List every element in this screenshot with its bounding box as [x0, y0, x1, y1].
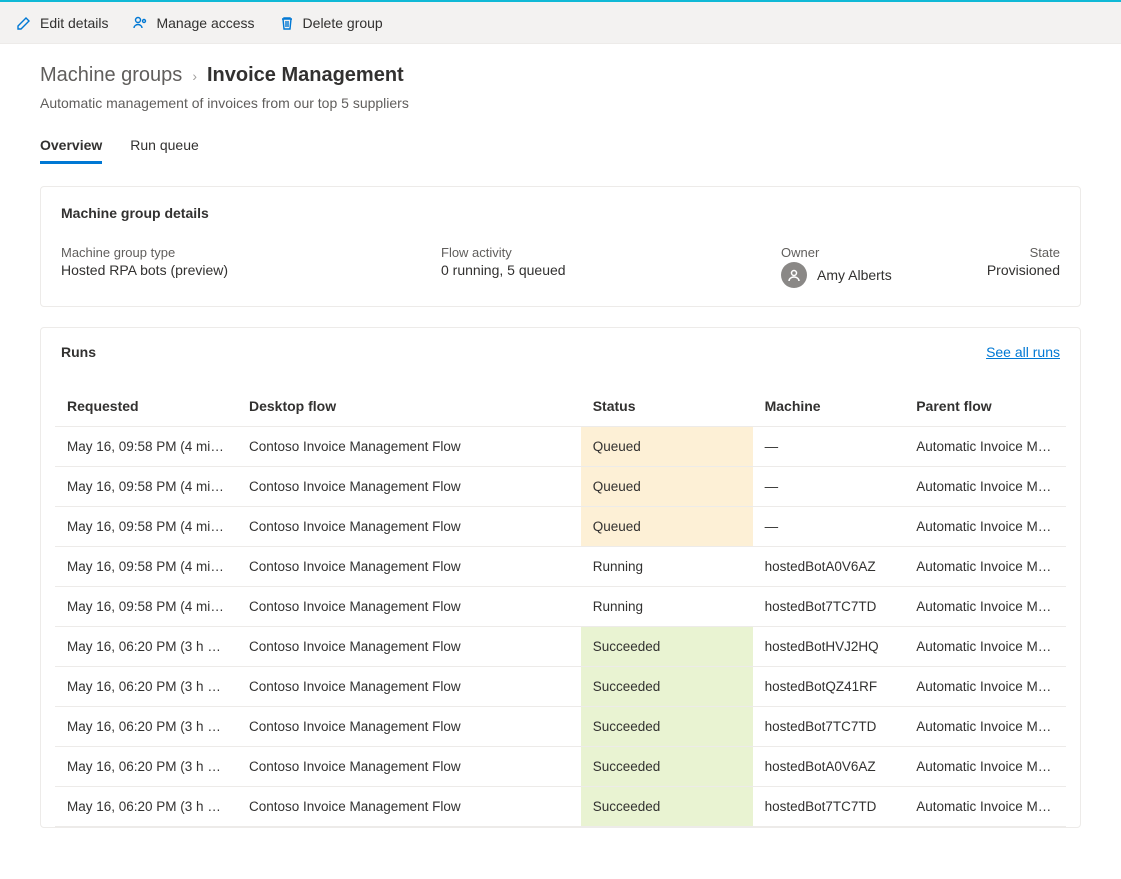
cell-machine: hostedBotA0V6AZ: [753, 747, 905, 787]
cell-parent: Automatic Invoice Manage...: [904, 667, 1066, 707]
details-title: Machine group details: [61, 205, 1060, 221]
avatar: [781, 262, 807, 288]
col-desktop-flow[interactable]: Desktop flow: [237, 388, 581, 427]
cell-status: Queued: [581, 427, 753, 467]
flow-activity-label: Flow activity: [441, 245, 741, 260]
cell-status: Succeeded: [581, 667, 753, 707]
manage-access-button[interactable]: Manage access: [132, 15, 254, 31]
people-icon: [132, 15, 148, 31]
col-requested[interactable]: Requested: [55, 388, 237, 427]
cell-parent: Automatic Invoice Manage...: [904, 427, 1066, 467]
cell-parent: Automatic Invoice Manage...: [904, 587, 1066, 627]
command-bar: Edit details Manage access Delete group: [0, 0, 1121, 44]
cell-flow: Contoso Invoice Management Flow: [237, 707, 581, 747]
table-row[interactable]: May 16, 06:20 PM (3 h ago)Contoso Invoic…: [55, 707, 1066, 747]
cell-requested: May 16, 09:58 PM (4 min ago): [55, 547, 237, 587]
manage-access-label: Manage access: [156, 15, 254, 31]
type-label: Machine group type: [61, 245, 401, 260]
cell-requested: May 16, 06:20 PM (3 h ago): [55, 627, 237, 667]
cell-machine: —: [753, 427, 905, 467]
runs-table: Requested Desktop flow Status Machine Pa…: [55, 388, 1066, 827]
cell-status: Succeeded: [581, 627, 753, 667]
col-status[interactable]: Status: [581, 388, 753, 427]
cell-requested: May 16, 09:58 PM (4 min ago): [55, 507, 237, 547]
breadcrumb-parent-link[interactable]: Machine groups: [40, 64, 182, 87]
cell-machine: —: [753, 507, 905, 547]
runs-card: Runs See all runs Requested Desktop flow…: [40, 327, 1081, 828]
cell-machine: hostedBot7TC7TD: [753, 707, 905, 747]
cell-status: Queued: [581, 507, 753, 547]
table-row[interactable]: May 16, 06:20 PM (3 h ago)Contoso Invoic…: [55, 747, 1066, 787]
cell-machine: hostedBot7TC7TD: [753, 787, 905, 827]
cell-flow: Contoso Invoice Management Flow: [237, 747, 581, 787]
cell-flow: Contoso Invoice Management Flow: [237, 467, 581, 507]
details-card: Machine group details Machine group type…: [40, 186, 1081, 307]
cell-parent: Automatic Invoice Manage...: [904, 507, 1066, 547]
delete-group-label: Delete group: [303, 15, 383, 31]
cell-flow: Contoso Invoice Management Flow: [237, 627, 581, 667]
runs-title: Runs: [61, 344, 96, 360]
table-row[interactable]: May 16, 06:20 PM (3 h ago)Contoso Invoic…: [55, 667, 1066, 707]
cell-flow: Contoso Invoice Management Flow: [237, 667, 581, 707]
cell-status: Running: [581, 587, 753, 627]
cell-parent: Automatic Invoice Manage...: [904, 467, 1066, 507]
cell-parent: Automatic Invoice Manage...: [904, 547, 1066, 587]
state-label: State: [940, 245, 1060, 260]
table-row[interactable]: May 16, 09:58 PM (4 min ago)Contoso Invo…: [55, 587, 1066, 627]
cell-flow: Contoso Invoice Management Flow: [237, 587, 581, 627]
cell-parent: Automatic Invoice Manage...: [904, 627, 1066, 667]
cell-parent: Automatic Invoice Manage...: [904, 707, 1066, 747]
cell-status: Succeeded: [581, 747, 753, 787]
cell-requested: May 16, 06:20 PM (3 h ago): [55, 667, 237, 707]
cell-requested: May 16, 06:20 PM (3 h ago): [55, 707, 237, 747]
cell-status: Succeeded: [581, 707, 753, 747]
cell-machine: hostedBotHVJ2HQ: [753, 627, 905, 667]
cell-parent: Automatic Invoice Manage...: [904, 787, 1066, 827]
col-machine[interactable]: Machine: [753, 388, 905, 427]
cell-machine: hostedBotA0V6AZ: [753, 547, 905, 587]
table-row[interactable]: May 16, 06:20 PM (3 h ago)Contoso Invoic…: [55, 787, 1066, 827]
owner-label: Owner: [781, 245, 900, 260]
cell-parent: Automatic Invoice Manage...: [904, 747, 1066, 787]
breadcrumb: Machine groups › Invoice Management: [40, 64, 1081, 87]
cell-requested: May 16, 09:58 PM (4 min ago): [55, 587, 237, 627]
pencil-icon: [16, 15, 32, 31]
owner-value: Amy Alberts: [817, 267, 892, 283]
page-subtitle: Automatic management of invoices from ou…: [40, 95, 1081, 111]
type-value: Hosted RPA bots (preview): [61, 262, 401, 278]
cell-machine: hostedBotQZ41RF: [753, 667, 905, 707]
table-row[interactable]: May 16, 06:20 PM (3 h ago)Contoso Invoic…: [55, 627, 1066, 667]
cell-machine: hostedBot7TC7TD: [753, 587, 905, 627]
cell-status: Running: [581, 547, 753, 587]
cell-requested: May 16, 06:20 PM (3 h ago): [55, 747, 237, 787]
cell-status: Succeeded: [581, 787, 753, 827]
tab-overview[interactable]: Overview: [40, 131, 102, 164]
tab-bar: Overview Run queue: [40, 131, 1081, 164]
cell-machine: —: [753, 467, 905, 507]
table-row[interactable]: May 16, 09:58 PM (4 min ago)Contoso Invo…: [55, 427, 1066, 467]
flow-activity-value: 0 running, 5 queued: [441, 262, 741, 278]
delete-group-button[interactable]: Delete group: [279, 15, 383, 31]
table-row[interactable]: May 16, 09:58 PM (4 min ago)Contoso Invo…: [55, 467, 1066, 507]
breadcrumb-current: Invoice Management: [207, 64, 404, 87]
edit-details-label: Edit details: [40, 15, 108, 31]
see-all-runs-link[interactable]: See all runs: [986, 344, 1060, 360]
cell-flow: Contoso Invoice Management Flow: [237, 427, 581, 467]
cell-flow: Contoso Invoice Management Flow: [237, 507, 581, 547]
chevron-right-icon: ›: [192, 68, 197, 84]
col-parent-flow[interactable]: Parent flow: [904, 388, 1066, 427]
edit-details-button[interactable]: Edit details: [16, 15, 108, 31]
table-row[interactable]: May 16, 09:58 PM (4 min ago)Contoso Invo…: [55, 507, 1066, 547]
cell-requested: May 16, 06:20 PM (3 h ago): [55, 787, 237, 827]
cell-flow: Contoso Invoice Management Flow: [237, 787, 581, 827]
cell-requested: May 16, 09:58 PM (4 min ago): [55, 427, 237, 467]
cell-flow: Contoso Invoice Management Flow: [237, 547, 581, 587]
cell-status: Queued: [581, 467, 753, 507]
state-value: Provisioned: [940, 262, 1060, 278]
trash-icon: [279, 15, 295, 31]
cell-requested: May 16, 09:58 PM (4 min ago): [55, 467, 237, 507]
table-row[interactable]: May 16, 09:58 PM (4 min ago)Contoso Invo…: [55, 547, 1066, 587]
tab-run-queue[interactable]: Run queue: [130, 131, 199, 164]
